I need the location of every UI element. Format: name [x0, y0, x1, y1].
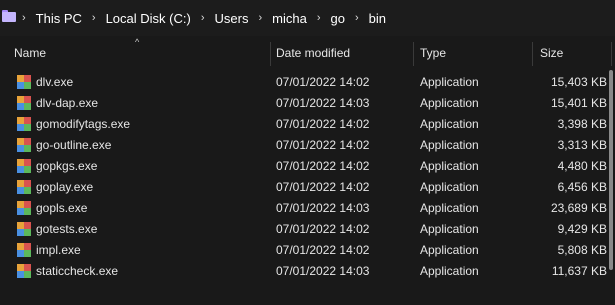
application-icon	[17, 222, 31, 237]
file-type: Application	[420, 201, 479, 215]
file-row[interactable]: gotests.exe 07/01/2022 14:02 Application 9,…	[0, 219, 615, 240]
application-icon	[17, 201, 31, 216]
column-header-date[interactable]: Date modified	[276, 40, 350, 66]
file-size: 3,398 KB	[557, 117, 607, 131]
chevron-right-icon[interactable]: ›	[309, 12, 329, 24]
file-type: Application	[420, 96, 479, 110]
column-divider[interactable]	[270, 42, 271, 66]
chevron-right-icon[interactable]: ›	[347, 12, 367, 24]
file-type: Application	[420, 117, 479, 131]
file-name[interactable]: gopls.exe	[36, 198, 87, 219]
breadcrumb-users[interactable]: Users	[213, 11, 251, 26]
file-date-modified: 07/01/2022 14:03	[276, 201, 370, 215]
chevron-right-icon[interactable]: ›	[193, 12, 213, 24]
file-date-modified: 07/01/2022 14:02	[276, 222, 370, 236]
column-header-name[interactable]: Name	[14, 40, 46, 66]
file-row[interactable]: gopkgs.exe 07/01/2022 14:02 Application 4,4…	[0, 156, 615, 177]
file-date-modified: 07/01/2022 14:03	[276, 96, 370, 110]
application-icon	[17, 180, 31, 195]
file-type: Application	[420, 180, 479, 194]
application-icon	[17, 96, 31, 111]
application-icon	[17, 264, 31, 279]
file-date-modified: 07/01/2022 14:02	[276, 180, 370, 194]
breadcrumb-go[interactable]: go	[328, 11, 346, 26]
file-name[interactable]: staticcheck.exe	[36, 261, 118, 282]
breadcrumb-bin[interactable]: bin	[367, 11, 388, 26]
column-header-row: ^ Name Date modified Type Size	[0, 37, 615, 66]
file-size: 5,808 KB	[557, 243, 607, 257]
file-type: Application	[420, 222, 479, 236]
scrollbar[interactable]	[607, 66, 615, 305]
file-name[interactable]: goplay.exe	[36, 177, 93, 198]
file-row[interactable]: gopls.exe 07/01/2022 14:03 Application 23,6…	[0, 198, 615, 219]
column-divider[interactable]	[532, 42, 533, 66]
breadcrumb-local-disk[interactable]: Local Disk (C:)	[104, 11, 193, 26]
breadcrumb-this-pc[interactable]: This PC	[34, 11, 84, 26]
application-icon	[17, 117, 31, 132]
file-date-modified: 07/01/2022 14:03	[276, 264, 370, 278]
sort-ascending-icon: ^	[135, 37, 140, 47]
file-name[interactable]: dlv-dap.exe	[36, 93, 98, 114]
file-list: dlv.exe 07/01/2022 14:02 Application 15,403…	[0, 72, 615, 282]
file-size: 6,456 KB	[557, 180, 607, 194]
application-icon	[17, 138, 31, 153]
file-size: 3,313 KB	[557, 138, 607, 152]
application-icon	[17, 75, 31, 90]
breadcrumb: › This PC › Local Disk (C:) › Users › mi…	[16, 0, 388, 36]
folder-icon	[2, 10, 16, 22]
file-row[interactable]: gomodifytags.exe 07/01/2022 14:02 Applicat…	[0, 114, 615, 135]
file-row[interactable]: impl.exe 07/01/2022 14:02 Application 5,808…	[0, 240, 615, 261]
file-name[interactable]: gopkgs.exe	[36, 156, 97, 177]
file-date-modified: 07/01/2022 14:02	[276, 75, 370, 89]
address-bar[interactable]: › This PC › Local Disk (C:) › Users › mi…	[0, 0, 615, 36]
file-size: 9,429 KB	[557, 222, 607, 236]
file-name[interactable]: dlv.exe	[36, 72, 73, 93]
file-row[interactable]: go-outline.exe 07/01/2022 14:02 Applicatio…	[0, 135, 615, 156]
file-date-modified: 07/01/2022 14:02	[276, 243, 370, 257]
column-divider[interactable]	[413, 42, 414, 66]
file-name[interactable]: gomodifytags.exe	[36, 114, 130, 135]
file-type: Application	[420, 138, 479, 152]
file-size: 15,401 KB	[550, 96, 607, 110]
application-icon	[17, 159, 31, 174]
scrollbar-thumb[interactable]	[609, 70, 613, 270]
file-type: Application	[420, 75, 479, 89]
file-row[interactable]: staticcheck.exe 07/01/2022 14:03 Applicati…	[0, 261, 615, 282]
file-size: 15,403 KB	[550, 75, 607, 89]
file-row[interactable]: dlv.exe 07/01/2022 14:02 Application 15,403…	[0, 72, 615, 93]
file-name[interactable]: go-outline.exe	[36, 135, 111, 156]
file-type: Application	[420, 243, 479, 257]
file-date-modified: 07/01/2022 14:02	[276, 138, 370, 152]
file-size: 11,637 KB	[551, 264, 607, 278]
file-type: Application	[420, 264, 479, 278]
file-type: Application	[420, 159, 479, 173]
chevron-right-icon[interactable]: ›	[16, 12, 34, 24]
file-size: 23,689 KB	[550, 201, 607, 215]
breadcrumb-micha[interactable]: micha	[270, 11, 309, 26]
file-row[interactable]: dlv-dap.exe 07/01/2022 14:03 Application 15…	[0, 93, 615, 114]
file-row[interactable]: goplay.exe 07/01/2022 14:02 Application 6,4…	[0, 177, 615, 198]
file-name[interactable]: impl.exe	[36, 240, 81, 261]
file-date-modified: 07/01/2022 14:02	[276, 117, 370, 131]
chevron-right-icon[interactable]: ›	[250, 12, 270, 24]
application-icon	[17, 243, 31, 258]
file-date-modified: 07/01/2022 14:02	[276, 159, 370, 173]
column-header-type[interactable]: Type	[420, 40, 446, 66]
column-header-size[interactable]: Size	[540, 40, 563, 66]
chevron-right-icon[interactable]: ›	[84, 12, 104, 24]
file-name[interactable]: gotests.exe	[36, 219, 97, 240]
column-divider[interactable]	[611, 42, 612, 66]
file-size: 4,480 KB	[557, 159, 607, 173]
